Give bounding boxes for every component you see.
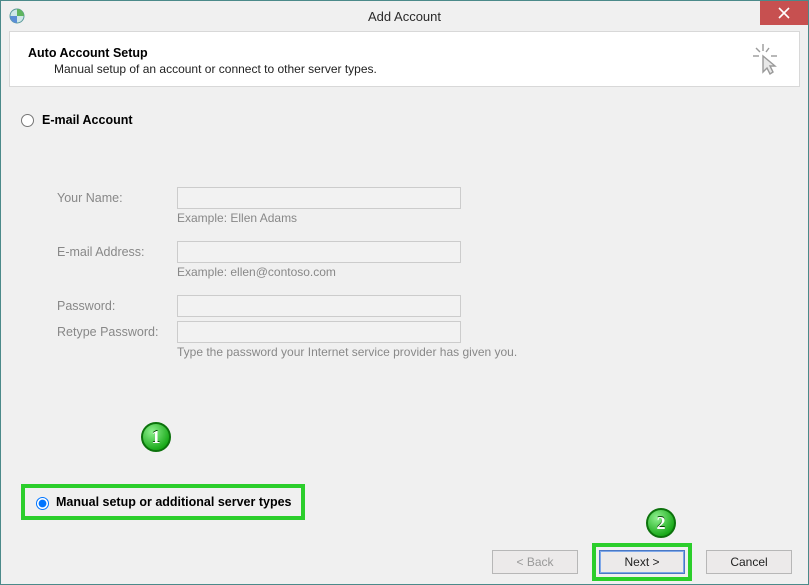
your-name-hint: Example: Ellen Adams	[177, 211, 788, 225]
heading: Auto Account Setup	[28, 46, 781, 60]
window-title: Add Account	[368, 9, 441, 24]
radio-email-input[interactable]	[21, 114, 34, 127]
close-button[interactable]	[760, 1, 808, 25]
your-name-label: Your Name:	[57, 191, 177, 205]
form-block: Your Name: Example: Ellen Adams E-mail A…	[57, 187, 788, 359]
radio-manual-input[interactable]	[36, 497, 49, 510]
radio-manual-setup[interactable]: Manual setup or additional server types	[21, 484, 305, 520]
your-name-input[interactable]	[177, 187, 461, 209]
footer: 2 < Back Next > Cancel	[1, 540, 808, 584]
close-icon	[778, 7, 790, 19]
subheading: Manual setup of an account or connect to…	[54, 62, 781, 76]
email-input[interactable]	[177, 241, 461, 263]
radio-email-label: E-mail Account	[42, 113, 133, 127]
email-hint: Example: ellen@contoso.com	[177, 265, 788, 279]
annotation-badge-1: 1	[141, 422, 171, 452]
retype-label: Retype Password:	[57, 325, 177, 339]
cancel-button[interactable]: Cancel	[706, 550, 792, 574]
app-icon	[9, 8, 25, 24]
password-label: Password:	[57, 299, 177, 313]
cursor-click-icon	[751, 42, 785, 76]
password-input[interactable]	[177, 295, 461, 317]
radio-email-account[interactable]: E-mail Account	[21, 113, 788, 127]
header-panel: Auto Account Setup Manual setup of an ac…	[9, 31, 800, 87]
next-button-highlight: Next >	[592, 543, 692, 581]
back-button: < Back	[492, 550, 578, 574]
titlebar: Add Account	[1, 1, 808, 31]
email-label: E-mail Address:	[57, 245, 177, 259]
add-account-window: Add Account Auto Account Setup Manual se…	[0, 0, 809, 585]
next-button[interactable]: Next >	[599, 550, 685, 574]
retype-hint: Type the password your Internet service …	[177, 345, 788, 359]
body-panel: E-mail Account Your Name: Example: Ellen…	[1, 87, 808, 540]
retype-input[interactable]	[177, 321, 461, 343]
annotation-badge-2: 2	[646, 508, 676, 538]
radio-manual-label: Manual setup or additional server types	[56, 495, 291, 509]
